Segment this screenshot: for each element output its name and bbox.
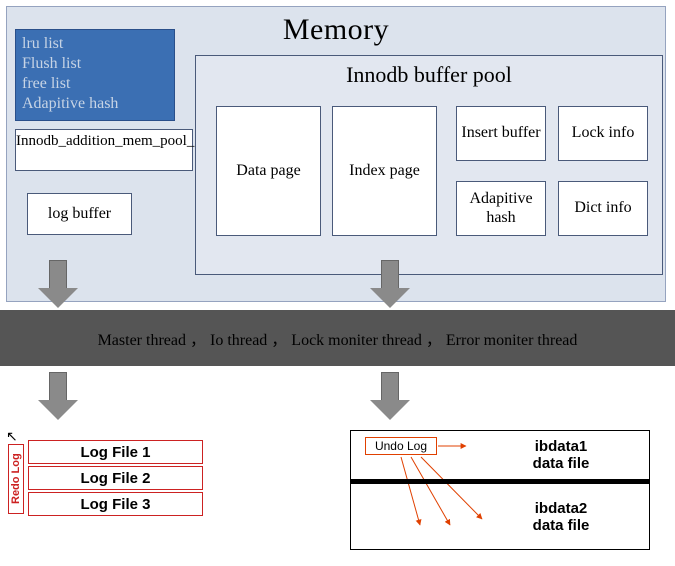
cell-label: Adapitive hash [461, 190, 541, 227]
ibdata-name: ibdata2 [535, 500, 588, 517]
cell-label: Insert buffer [461, 124, 540, 142]
cell-label: Index page [349, 162, 420, 180]
memory-list-item: free list [22, 74, 168, 94]
threads-bar: Master thread ， Io thread ， Lock moniter… [0, 310, 675, 366]
log-file-label: Log File 1 [80, 444, 150, 461]
cell-data-page: Data page [216, 106, 321, 236]
cell-label: Dict info [574, 199, 631, 217]
redo-log-group: ↖ Redo Log Log File 1 Log File 2 Log Fil… [10, 430, 220, 522]
arrow-down-icon [370, 372, 410, 420]
log-file-row: Log File 3 [28, 492, 203, 516]
arrow-down-icon [38, 372, 78, 420]
ibdata-subtitle: data file [533, 455, 590, 472]
ibdata-group: Undo Log ibdata1 data file ibdata2 data … [350, 430, 650, 550]
ibdata-divider [351, 479, 649, 484]
memory-list-item: lru list [22, 34, 168, 54]
memory-list-item: Adapitive hash [22, 94, 168, 114]
redo-log-side-label: Redo Log [8, 444, 24, 514]
ibdata-name: ibdata1 [535, 438, 588, 455]
log-buffer-label: log buffer [48, 205, 111, 223]
memory-list-item: Flush list [22, 54, 168, 74]
cell-label: Lock info [572, 124, 635, 142]
ibdata1-label: ibdata1 data file [501, 439, 621, 472]
memory-region: Memory lru list Flush list free list Ada… [6, 6, 666, 302]
log-file-row: Log File 2 [28, 466, 203, 490]
cell-label: Data page [236, 162, 300, 180]
addition-mem-pool-box: Innodb_addition_mem_pool_size [15, 129, 193, 171]
cell-index-page: Index page [332, 106, 437, 236]
log-file-row: Log File 1 [28, 440, 203, 464]
log-file-label: Log File 2 [80, 470, 150, 487]
ibdata2-label: ibdata2 data file [501, 501, 621, 534]
threads-text: Master thread ， Io thread ， Lock moniter… [98, 326, 578, 350]
buffer-pool-title: Innodb buffer pool [196, 62, 662, 88]
addition-mem-pool-label: Innodb_addition_mem_pool_size [16, 133, 218, 149]
innodb-buffer-pool: Innodb buffer pool Data page Index page … [195, 55, 663, 275]
ibdata-subtitle: data file [533, 517, 590, 534]
memory-lists-box: lru list Flush list free list Adapitive … [15, 29, 175, 121]
log-file-label: Log File 3 [80, 496, 150, 513]
cell-adaptive-hash: Adapitive hash [456, 181, 546, 236]
log-buffer-box: log buffer [27, 193, 132, 235]
diagram-root: Memory lru list Flush list free list Ada… [0, 0, 675, 566]
cell-dict-info: Dict info [558, 181, 648, 236]
cell-insert-buffer: Insert buffer [456, 106, 546, 161]
arrow-down-icon [38, 260, 78, 308]
arrow-down-icon [370, 260, 410, 308]
cell-lock-info: Lock info [558, 106, 648, 161]
cursor-icon: ↖ [6, 428, 18, 445]
